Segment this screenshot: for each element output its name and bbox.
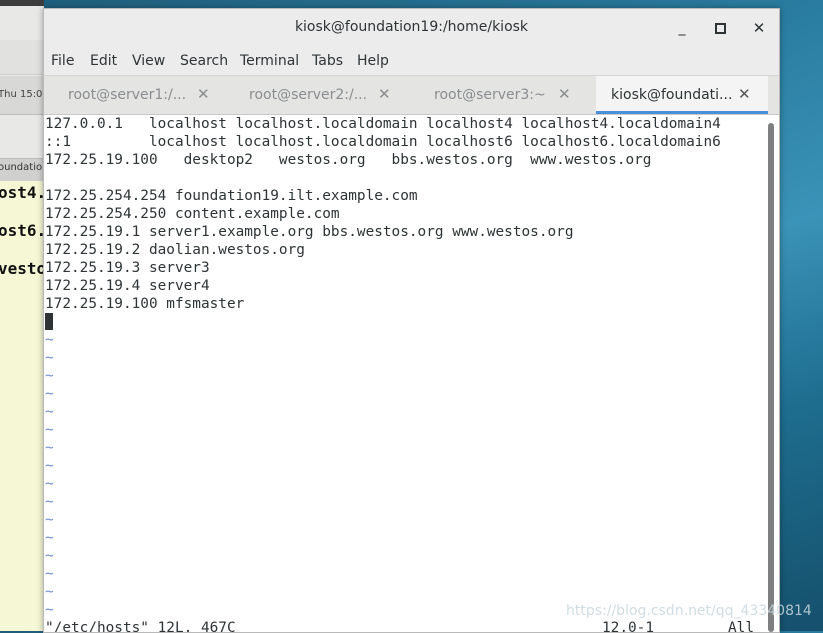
background-window[interactable]: Thu 15:0 oundation ost4. ost6. vesto	[0, 0, 44, 631]
menu-edit[interactable]: Edit	[90, 53, 117, 69]
terminal-line: 172.25.19.4 server4	[45, 278, 210, 294]
background-text-line: ost6.	[0, 221, 44, 240]
empty-line-tilde: ~	[45, 440, 54, 456]
terminal-line: ::1 localhost localhost.localdomain loca…	[45, 134, 721, 150]
background-window-toolbar	[0, 40, 44, 75]
terminal-window[interactable]: kiosk@foundation19:/home/kiosk _ ✕ File …	[43, 8, 780, 633]
tab-server3[interactable]: root@server3:~ ✕	[411, 76, 596, 114]
tab-close-icon[interactable]: ✕	[378, 85, 391, 103]
scrollbar-thumb[interactable]	[768, 123, 774, 632]
empty-line-tilde: ~	[45, 332, 54, 348]
empty-line-tilde: ~	[45, 602, 54, 618]
empty-line-tilde: ~	[45, 422, 54, 438]
terminal-line: 172.25.19.2 daolian.westos.org	[45, 242, 305, 258]
empty-line-tilde: ~	[45, 368, 54, 384]
empty-line-tilde: ~	[45, 584, 54, 600]
empty-line-tilde: ~	[45, 476, 54, 492]
minimize-button[interactable]: _	[672, 18, 692, 38]
vertical-scrollbar[interactable]	[767, 117, 775, 632]
empty-line-tilde: ~	[45, 530, 54, 546]
tab-label: root@server1:/...	[68, 87, 187, 103]
menu-view[interactable]: View	[132, 53, 165, 69]
text-cursor	[45, 313, 53, 330]
tab-close-icon[interactable]: ✕	[738, 85, 751, 103]
empty-line-tilde: ~	[45, 386, 54, 402]
status-file-info: "/etc/hosts" 12L, 467C	[45, 620, 236, 632]
menu-bar: File Edit View Search Terminal Tabs Help	[44, 47, 779, 76]
tab-close-icon[interactable]: ✕	[197, 85, 210, 103]
background-text-line: vesto	[0, 259, 44, 278]
title-bar[interactable]: kiosk@foundation19:/home/kiosk _ ✕	[44, 9, 779, 47]
menu-search[interactable]: Search	[180, 53, 228, 69]
close-button[interactable]: ✕	[749, 18, 769, 38]
terminal-line: 172.25.254.250 content.example.com	[45, 206, 340, 222]
maximize-button[interactable]	[710, 18, 730, 38]
tab-label: root@server3:~	[434, 87, 546, 103]
status-cursor-position: 12,0-1	[602, 620, 654, 632]
terminal-line: 172.25.19.100 mfsmaster	[45, 296, 245, 312]
terminal-line: 172.25.19.3 server3	[45, 260, 210, 276]
tab-bar: root@server1:/... ✕ root@server2:/... ✕ …	[44, 76, 779, 115]
menu-terminal[interactable]: Terminal	[240, 53, 299, 69]
tab-close-icon[interactable]: ✕	[558, 85, 571, 103]
empty-line-tilde: ~	[45, 512, 54, 528]
terminal-line: 172.25.19.1 server1.example.org bbs.west…	[45, 224, 574, 240]
empty-line-tilde: ~	[45, 548, 54, 564]
background-text-line: ost4.	[0, 183, 44, 202]
tab-label: root@server2:/...	[249, 87, 368, 103]
maximize-icon	[714, 22, 726, 34]
background-document-area	[0, 181, 44, 631]
tab-label: kiosk@foundati...	[611, 87, 733, 103]
empty-line-tilde: ~	[45, 404, 54, 420]
menu-file[interactable]: File	[51, 53, 74, 69]
menu-tabs[interactable]: Tabs	[312, 53, 343, 69]
background-tab-label[interactable]: oundation	[0, 162, 44, 173]
empty-line-tilde: ~	[45, 350, 54, 366]
window-title: kiosk@foundation19:/home/kiosk	[294, 19, 529, 35]
empty-line-tilde: ~	[45, 566, 54, 582]
empty-line-tilde: ~	[45, 458, 54, 474]
menu-help[interactable]: Help	[357, 53, 389, 69]
terminal-line: 172.25.19.100 desktop2 westos.org bbs.we…	[45, 152, 652, 168]
terminal-line: 127.0.0.1 localhost localhost.localdomai…	[45, 116, 721, 132]
terminal-content[interactable]: 127.0.0.1 localhost localhost.localdomai…	[44, 115, 764, 632]
tab-server2[interactable]: root@server2:/... ✕	[226, 76, 411, 114]
empty-line-tilde: ~	[45, 494, 54, 510]
terminal-line: 172.25.254.254 foundation19.ilt.example.…	[45, 188, 418, 204]
tab-server1[interactable]: root@server1:/... ✕	[44, 76, 226, 114]
watermark-text: https://blog.csdn.net/qq_43340814	[566, 603, 812, 619]
background-time-text: Thu 15:0	[0, 89, 43, 100]
status-scroll-position: All	[728, 620, 754, 632]
background-window-top	[0, 0, 44, 6]
tab-foundation[interactable]: kiosk@foundati... ✕	[596, 76, 768, 114]
